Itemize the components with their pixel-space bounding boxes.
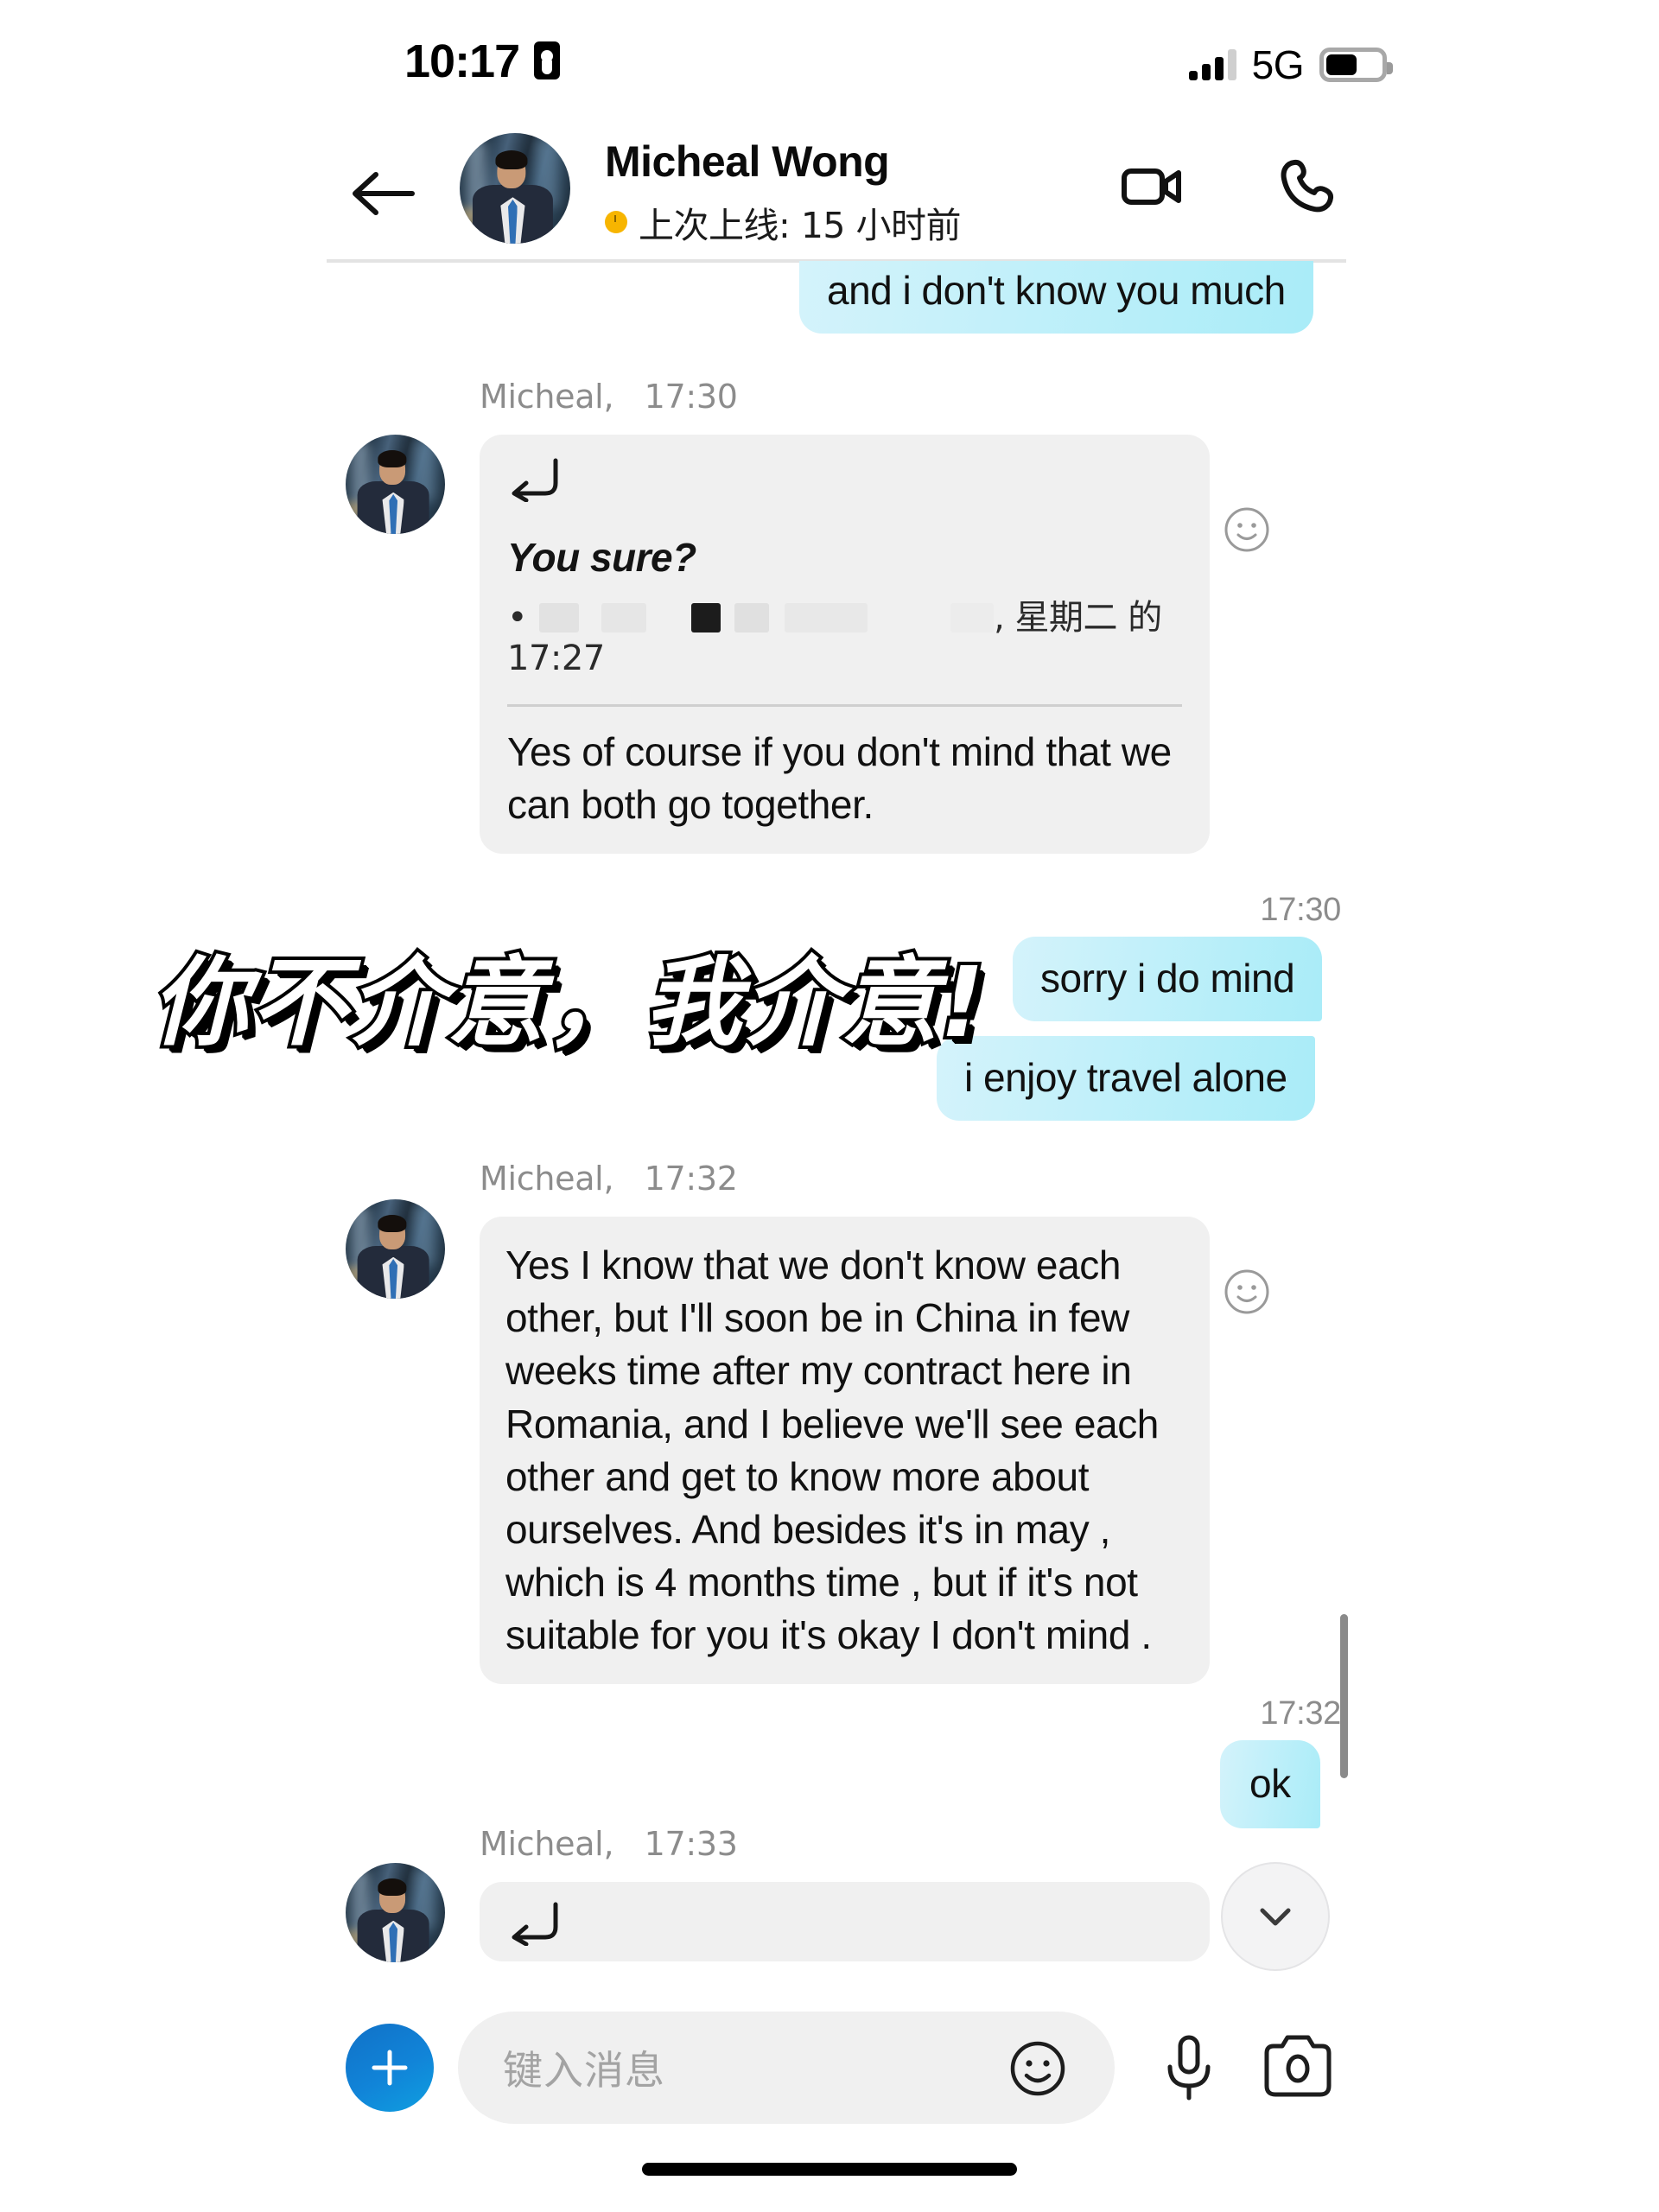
avatar-image: [460, 133, 570, 244]
avatar-image: [346, 1863, 445, 1962]
signal-bars-icon: [1188, 49, 1236, 80]
message-row-outgoing: 17:30: [939, 892, 1341, 929]
message-time: 17:30: [1260, 892, 1341, 928]
emoji-smiley-icon[interactable]: [1007, 2038, 1068, 2099]
message-bubble-incoming[interactable]: You sure? •, 星期二 的 17:27 Yes of course i…: [480, 435, 1210, 854]
message-input[interactable]: 键入消息: [458, 2012, 1115, 2124]
presence-row: 上次上线: 15 小时前: [605, 196, 962, 248]
contact-info[interactable]: Micheal Wong 上次上线: 15 小时前: [605, 137, 962, 248]
header-actions: [1118, 152, 1339, 219]
scrollbar-thumb[interactable]: [1340, 1614, 1348, 1778]
video-camera-icon: [1122, 168, 1181, 205]
message-sender-time: Micheal, 17:33: [480, 1825, 1210, 1863]
message-bubble-outgoing[interactable]: ok: [1220, 1740, 1320, 1828]
contact-avatar[interactable]: [460, 133, 570, 244]
back-arrow-icon: [353, 172, 415, 215]
chat-header: Micheal Wong 上次上线: 15 小时前: [0, 121, 1659, 264]
message-sender-time: Micheal, 17:32: [480, 1160, 1210, 1198]
message-text: Yes of course if you don't mind that we …: [507, 728, 1172, 827]
message-block: Micheal, 17:30 You sure? •, 星期二 的 17:27 …: [480, 378, 1210, 854]
message-composer: 键入消息: [0, 1996, 1659, 2152]
sender-name: Micheal,: [480, 1160, 614, 1198]
phone-call-icon: [1281, 159, 1334, 213]
reply-arrow-icon: [512, 1902, 558, 1946]
video-call-button[interactable]: [1118, 152, 1185, 219]
message-time: 17:32: [644, 1160, 738, 1198]
message-bubble-outgoing[interactable]: sorry i do mind: [1013, 937, 1323, 1021]
message-text: Yes I know that we don't know each other…: [505, 1243, 1159, 1658]
add-reaction-smiley-icon[interactable]: [1223, 1268, 1271, 1316]
presence-text: 上次上线: 15 小时前: [639, 205, 962, 246]
message-block: Micheal, 17:33: [480, 1825, 1210, 1961]
away-clock-icon: [605, 211, 627, 233]
phone-screen: 10:17 5G Micheal Wong 上次上线: 15 小时前 and i…: [0, 0, 1659, 2212]
plus-icon: [372, 2050, 408, 2086]
scroll-to-bottom-button[interactable]: [1221, 1862, 1330, 1971]
message-time: 17:32: [1260, 1695, 1341, 1732]
message-bubble-incoming[interactable]: [480, 1882, 1210, 1961]
message-bubble-incoming[interactable]: Yes I know that we don't know each other…: [480, 1217, 1210, 1685]
message-row-outgoing: 17:32: [1149, 1695, 1341, 1732]
message-row-outgoing: ok: [1220, 1740, 1320, 1828]
sender-avatar[interactable]: [346, 435, 445, 534]
message-row-outgoing: i enjoy travel alone: [937, 1036, 1315, 1121]
message-row-outgoing: sorry i do mind: [1013, 937, 1323, 1021]
message-sender-time: Micheal, 17:30: [480, 378, 1210, 416]
message-time: 17:33: [644, 1825, 738, 1863]
message-list[interactable]: and i don't know you much Micheal, 17:30: [0, 261, 1659, 1972]
message-time: 17:30: [644, 378, 738, 416]
message-row-outgoing: and i don't know you much: [799, 261, 1313, 334]
avatar-image: [346, 1199, 445, 1299]
message-input-placeholder: 键入消息: [503, 2047, 665, 2094]
contact-name: Micheal Wong: [605, 137, 890, 186]
quoted-time: 17:27: [507, 639, 605, 679]
microphone-icon[interactable]: [1158, 2032, 1220, 2101]
status-bar: 10:17 5G: [0, 0, 1659, 121]
redacted-name: •: [507, 598, 995, 638]
quoted-date: , 星期二 的: [994, 598, 1162, 639]
meme-overlay-text: 你不介意，我介意!: [149, 944, 988, 1063]
quoted-title: You sure?: [507, 535, 696, 580]
voice-call-button[interactable]: [1272, 152, 1339, 219]
status-bar-indicators: 5G: [1188, 41, 1393, 88]
add-attachment-button[interactable]: [346, 2024, 434, 2112]
chevron-down-icon: [1260, 1908, 1291, 1926]
sender-avatar[interactable]: [346, 1863, 445, 1962]
back-button[interactable]: [350, 166, 416, 221]
quoted-source: •, 星期二 的 17:27: [507, 598, 1182, 679]
network-type-label: 5G: [1251, 42, 1305, 87]
battery-fill: [1326, 54, 1357, 75]
quoted-message: You sure? •, 星期二 的 17:27: [507, 531, 1182, 680]
add-reaction-smiley-icon[interactable]: [1223, 505, 1271, 554]
home-indicator-bar: [642, 2163, 1017, 2176]
sender-name: Micheal,: [480, 378, 614, 416]
message-bubble-outgoing[interactable]: i enjoy travel alone: [937, 1036, 1315, 1121]
quote-divider: [507, 703, 1182, 707]
camera-icon[interactable]: [1262, 2034, 1334, 2100]
screen-lock-portrait-icon: [534, 41, 560, 79]
battery-icon: [1319, 48, 1393, 82]
reply-arrow-icon: [512, 458, 558, 502]
message-block: Micheal, 17:32 Yes I know that we don't …: [480, 1160, 1210, 1685]
sender-avatar[interactable]: [346, 1199, 445, 1299]
status-bar-clock: 10:17: [404, 35, 520, 87]
message-bubble-outgoing[interactable]: and i don't know you much: [799, 261, 1313, 334]
sender-name: Micheal,: [480, 1825, 614, 1863]
avatar-image: [346, 435, 445, 534]
